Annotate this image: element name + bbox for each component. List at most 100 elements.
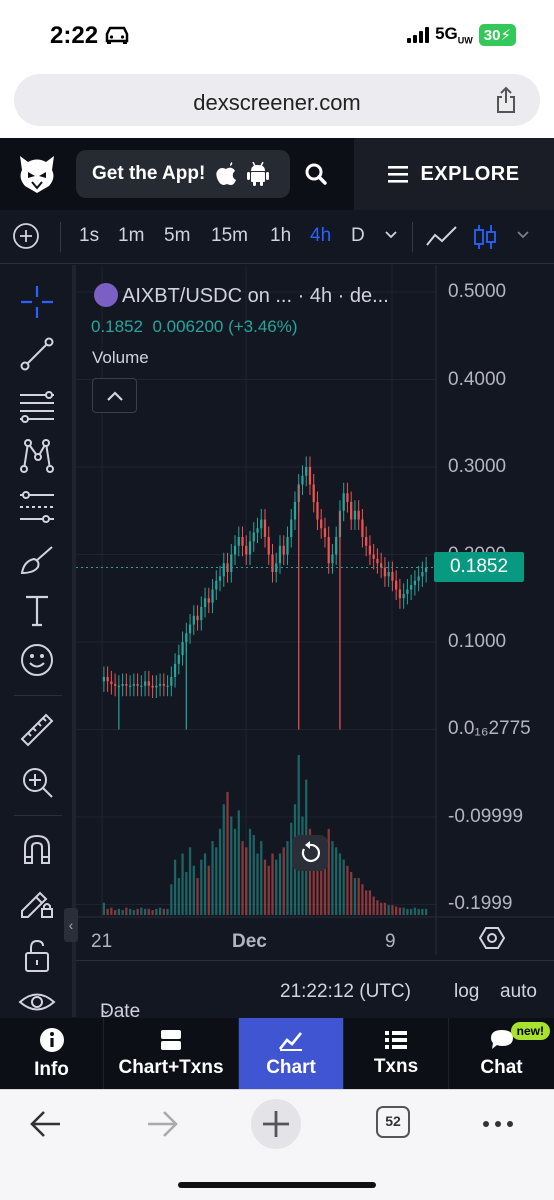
nav-txns[interactable]: Txns: [344, 1018, 449, 1089]
nav-info[interactable]: Info: [0, 1018, 104, 1089]
candle-body: [413, 580, 417, 586]
address-bar[interactable]: dexscreener.com: [14, 74, 540, 126]
forecast-icon[interactable]: [18, 489, 56, 527]
price-axis-label: -0.09999: [448, 806, 524, 827]
candle-body: [391, 572, 394, 581]
reset-chart-button[interactable]: [292, 835, 328, 871]
auto-scale-toggle[interactable]: auto: [500, 981, 537, 1003]
timeframe-15m[interactable]: 15m: [211, 225, 248, 247]
nav-chat[interactable]: Chat new!: [449, 1018, 554, 1089]
timeframe-1m[interactable]: 1m: [118, 225, 144, 247]
add-symbol-icon[interactable]: [12, 222, 40, 250]
volume-bar: [147, 908, 150, 915]
lock-drawings-icon[interactable]: [18, 883, 56, 921]
timeframe-toolbar: 1s 1m 5m 15m 1h 4h D: [0, 210, 554, 264]
get-app-label: Get the App!: [92, 163, 206, 184]
bottom-nav: Info Chart+Txns Chart Txns Chat new!: [0, 1018, 554, 1089]
candle-body: [188, 624, 192, 634]
volume-bar: [245, 847, 248, 915]
dexscreener-logo-icon[interactable]: [16, 154, 58, 194]
chart-area[interactable]: AIXBT/USDC on ... · 4h · de... 0.1852 0.…: [76, 265, 554, 955]
volume-bar: [196, 878, 199, 915]
android-icon: [247, 162, 270, 186]
current-price-tag: 0.1852: [434, 552, 524, 582]
toolbar-divider: [14, 695, 62, 696]
volume-bar: [286, 841, 289, 915]
unlock-icon[interactable]: [18, 937, 56, 975]
split-view-icon: [161, 1029, 181, 1050]
forward-arrow-icon[interactable]: [142, 1104, 182, 1144]
pattern-icon[interactable]: [18, 437, 56, 475]
new-tab-icon[interactable]: [250, 1098, 302, 1150]
candle-body: [365, 537, 368, 546]
search-icon[interactable]: [302, 160, 330, 188]
candle-body: [192, 615, 195, 625]
volume-bar: [391, 905, 394, 915]
chart-settings-icon[interactable]: [479, 925, 505, 951]
volume-bar: [222, 804, 225, 915]
candle-body: [260, 519, 263, 529]
volume-bar: [132, 910, 135, 915]
zoom-in-icon[interactable]: [18, 763, 56, 801]
trend-line-icon[interactable]: [18, 335, 56, 373]
magnet-icon[interactable]: [18, 831, 56, 869]
back-arrow-icon[interactable]: [26, 1104, 66, 1144]
timeframe-5m[interactable]: 5m: [164, 225, 190, 247]
candle-body: [286, 537, 289, 555]
volume-bar: [331, 841, 334, 915]
nav-chart[interactable]: Chart: [239, 1018, 344, 1089]
volume-bar: [383, 902, 387, 915]
line-chart-type-icon[interactable]: [426, 223, 458, 251]
eye-icon[interactable]: [18, 983, 56, 1021]
explore-label: EXPLORE: [420, 162, 520, 185]
volume-bar: [357, 878, 360, 915]
candle-body: [125, 684, 128, 686]
legend-price-row: 0.1852 0.006200 (+3.46%): [91, 317, 298, 337]
candle-body: [301, 475, 304, 485]
candle-body: [158, 684, 162, 686]
timeframe-1s[interactable]: 1s: [79, 225, 99, 247]
crosshair-icon[interactable]: [18, 283, 56, 321]
timeframe-d[interactable]: D: [351, 225, 365, 247]
candle-body: [162, 684, 165, 686]
more-icon[interactable]: [478, 1104, 518, 1144]
share-icon[interactable]: [494, 86, 518, 114]
volume-bar: [275, 859, 278, 915]
candle-body: [263, 519, 267, 537]
chevron-down-icon[interactable]: [384, 230, 398, 240]
car-icon: [105, 26, 129, 44]
volume-bar: [372, 896, 375, 915]
candle-body: [368, 545, 372, 555]
volume-bar: [110, 907, 113, 915]
timeframe-1h[interactable]: 1h: [270, 225, 291, 247]
emoji-icon[interactable]: [18, 641, 56, 679]
candle-chart-type-icon[interactable]: [472, 223, 498, 251]
price-axis-label: 0.4000: [448, 369, 507, 390]
explore-button[interactable]: EXPLORE: [354, 138, 554, 210]
text-tool-icon[interactable]: [18, 591, 56, 629]
candle-body: [410, 585, 413, 590]
candle-body: [121, 684, 124, 686]
volume-bar: [282, 847, 285, 915]
candle-body: [327, 537, 330, 564]
candle-body: [252, 532, 255, 542]
volume-bar: [395, 906, 398, 915]
fib-retracement-icon[interactable]: [18, 387, 56, 425]
tab-count-button[interactable]: 52: [376, 1106, 410, 1138]
get-app-button[interactable]: Get the App!: [76, 150, 290, 198]
candle-body: [406, 589, 409, 594]
volume-bar: [260, 841, 263, 915]
brush-icon[interactable]: [18, 541, 56, 579]
candle-body: [218, 576, 222, 581]
log-scale-toggle[interactable]: log: [454, 981, 479, 1003]
candle-body: [155, 685, 158, 688]
ruler-icon[interactable]: [18, 711, 56, 749]
collapse-legend-button[interactable]: [92, 378, 137, 413]
candle-body: [308, 467, 312, 485]
utc-clock[interactable]: 21:22:12 (UTC): [280, 981, 411, 1003]
candle-body: [376, 558, 379, 564]
price-axis-label: 0.0₁₆2775: [448, 718, 531, 739]
chevron-down-icon[interactable]: [516, 230, 530, 240]
nav-chart-txns[interactable]: Chart+Txns: [104, 1018, 239, 1089]
timeframe-4h[interactable]: 4h: [310, 225, 331, 247]
